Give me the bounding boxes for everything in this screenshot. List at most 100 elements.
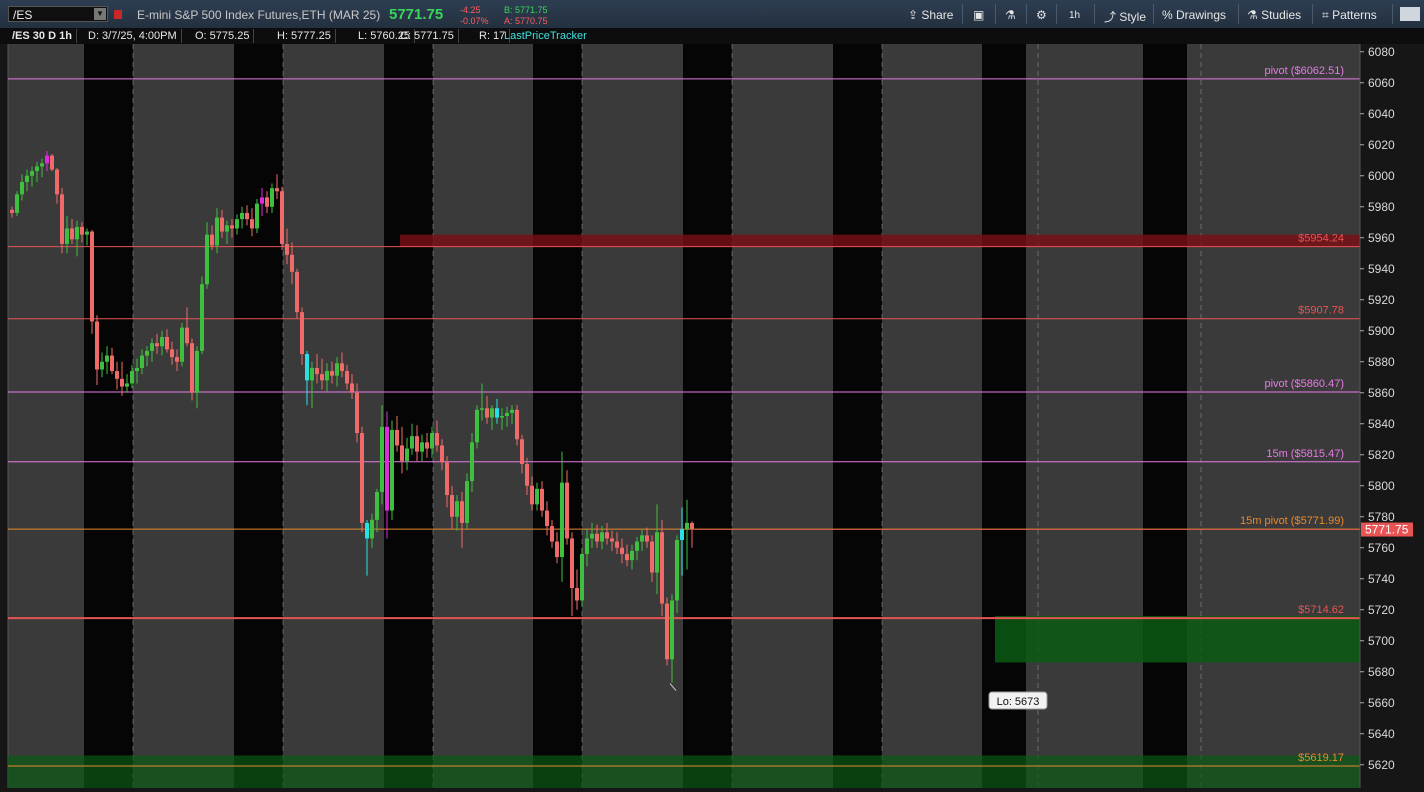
candle-body[interactable] — [325, 371, 329, 381]
candle-body[interactable] — [255, 203, 259, 229]
candle-body[interactable] — [455, 501, 459, 517]
candle-body[interactable] — [460, 501, 464, 523]
candle-body[interactable] — [285, 243, 289, 255]
candle-body[interactable] — [635, 541, 639, 551]
candle-body[interactable] — [355, 392, 359, 434]
candle-body[interactable] — [450, 495, 454, 517]
candle-body[interactable] — [215, 217, 219, 246]
candle-body[interactable] — [160, 336, 164, 347]
candle-body[interactable] — [365, 522, 369, 539]
candle-body[interactable] — [665, 603, 669, 660]
candle-body[interactable] — [180, 327, 184, 362]
candle-body[interactable] — [50, 155, 54, 170]
candle-body[interactable] — [315, 367, 319, 375]
candle-body[interactable] — [230, 225, 234, 229]
candle-body[interactable] — [395, 429, 399, 446]
candle-body[interactable] — [525, 464, 529, 486]
candle-body[interactable] — [310, 367, 314, 381]
candle-body[interactable] — [320, 374, 324, 381]
candle-body[interactable] — [475, 409, 479, 443]
candle-body[interactable] — [135, 367, 139, 372]
candle-body[interactable] — [430, 433, 434, 449]
candle-body[interactable] — [150, 343, 154, 351]
candle-body[interactable] — [630, 550, 634, 561]
candle-body[interactable] — [200, 284, 204, 351]
candle-body[interactable] — [170, 349, 174, 358]
candle-body[interactable] — [470, 442, 474, 482]
candle-body[interactable] — [600, 532, 604, 542]
candle-body[interactable] — [685, 522, 689, 530]
candle-body[interactable] — [590, 533, 594, 539]
candle-body[interactable] — [650, 541, 654, 573]
candle-body[interactable] — [240, 212, 244, 220]
candle-body[interactable] — [445, 462, 449, 496]
candle-body[interactable] — [165, 336, 169, 350]
candle-body[interactable] — [645, 535, 649, 542]
candle-body[interactable] — [510, 409, 514, 413]
candle-body[interactable] — [410, 436, 414, 449]
candle-body[interactable] — [625, 553, 629, 561]
candle-body[interactable] — [175, 357, 179, 362]
candle-body[interactable] — [420, 442, 424, 452]
candle-body[interactable] — [585, 538, 589, 554]
candle-body[interactable] — [90, 231, 94, 322]
candle-body[interactable] — [540, 488, 544, 511]
candle-body[interactable] — [65, 228, 69, 244]
candle-body[interactable] — [110, 355, 114, 372]
candle-body[interactable] — [155, 343, 159, 347]
candle-body[interactable] — [560, 482, 564, 558]
candle-body[interactable] — [360, 433, 364, 523]
candle-body[interactable] — [335, 363, 339, 376]
candle-body[interactable] — [305, 354, 309, 381]
candle-body[interactable] — [530, 485, 534, 505]
candle-body[interactable] — [115, 371, 119, 379]
candle-body[interactable] — [145, 350, 149, 356]
candle-body[interactable] — [80, 226, 84, 235]
candle-body[interactable] — [75, 226, 79, 240]
candle-body[interactable] — [575, 588, 579, 601]
candle-body[interactable] — [245, 212, 249, 220]
candle-body[interactable] — [280, 191, 284, 244]
candle-body[interactable] — [25, 175, 29, 182]
candle-body[interactable] — [30, 171, 34, 176]
candle-body[interactable] — [120, 378, 124, 387]
candle-body[interactable] — [605, 532, 609, 539]
candle-body[interactable] — [675, 540, 679, 601]
candle-body[interactable] — [435, 433, 439, 446]
candle-body[interactable] — [490, 408, 494, 418]
candle-body[interactable] — [375, 491, 379, 520]
candle-body[interactable] — [550, 526, 554, 542]
candle-body[interactable] — [35, 166, 39, 172]
candle-body[interactable] — [620, 547, 624, 554]
candle-body[interactable] — [55, 169, 59, 195]
candle-body[interactable] — [370, 519, 374, 539]
candle-body[interactable] — [655, 532, 659, 573]
candle-body[interactable] — [20, 181, 24, 195]
candle-body[interactable] — [565, 482, 569, 539]
candle-body[interactable] — [125, 383, 129, 387]
candle-body[interactable] — [295, 271, 299, 313]
candle-body[interactable] — [85, 231, 89, 235]
candle-body[interactable] — [595, 533, 599, 542]
candle-body[interactable] — [380, 426, 384, 492]
candle-body[interactable] — [680, 529, 684, 540]
candle-body[interactable] — [260, 197, 264, 204]
candle-body[interactable] — [580, 553, 584, 601]
candle-body[interactable] — [535, 488, 539, 505]
candle-body[interactable] — [10, 209, 14, 213]
candle-body[interactable] — [400, 445, 404, 461]
candle-body[interactable] — [190, 343, 194, 393]
candle-body[interactable] — [130, 371, 134, 384]
candle-body[interactable] — [330, 371, 334, 376]
candle-body[interactable] — [185, 327, 189, 344]
candle-body[interactable] — [405, 448, 409, 461]
candle-body[interactable] — [670, 600, 674, 660]
candle-body[interactable] — [250, 219, 254, 229]
candle-body[interactable] — [495, 408, 499, 418]
candle-body[interactable] — [270, 188, 274, 207]
candle-body[interactable] — [225, 225, 229, 232]
candle-body[interactable] — [340, 363, 344, 372]
candle-body[interactable] — [480, 408, 484, 410]
candle-body[interactable] — [210, 234, 214, 246]
candle-body[interactable] — [45, 155, 49, 164]
